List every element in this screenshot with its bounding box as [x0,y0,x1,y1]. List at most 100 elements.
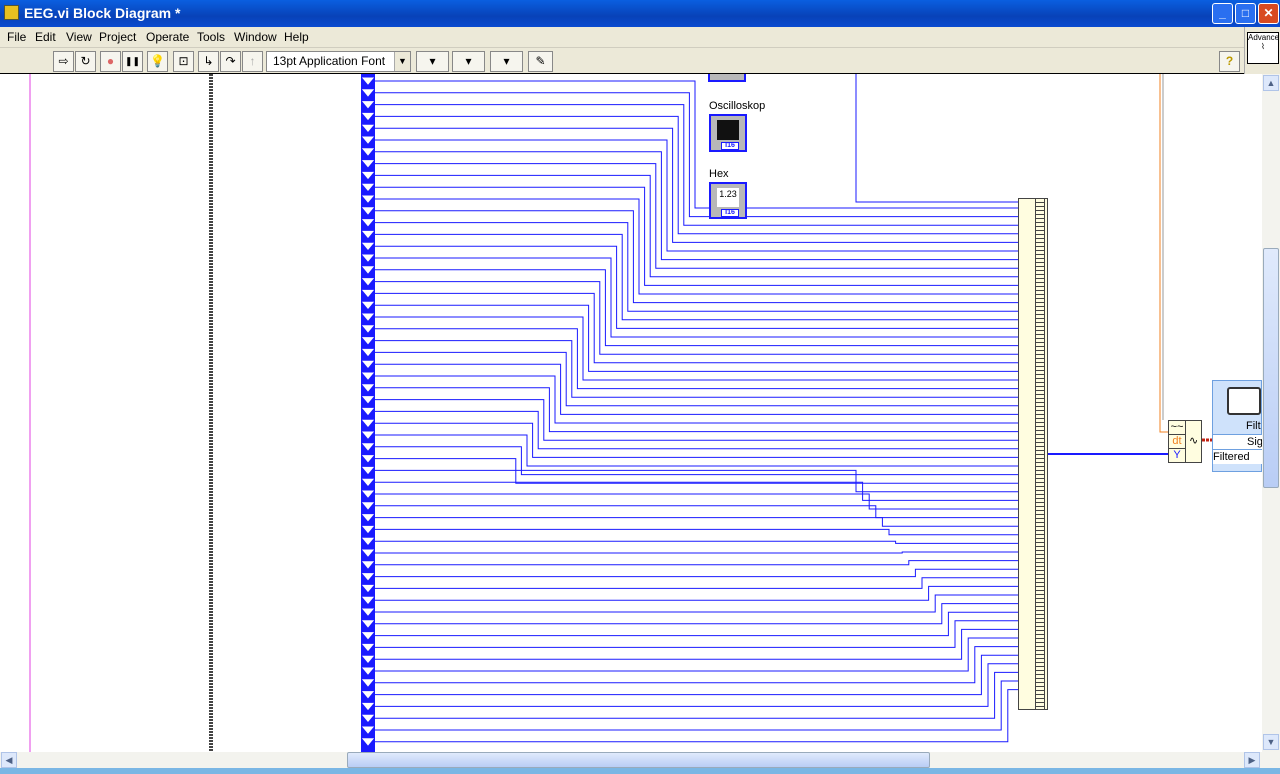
run-button[interactable]: ⇨ [53,51,74,72]
menu-project[interactable]: Project [99,30,136,44]
cleanup-diagram-button[interactable]: ✎ [528,51,553,72]
scroll-left-button[interactable]: ◀ [1,752,17,768]
wire [375,387,1018,433]
menu-file[interactable]: File [7,30,26,44]
font-value: 13pt Application Font [273,54,386,68]
wire [375,316,1018,381]
filtered-output[interactable]: Filtered [1213,449,1262,464]
retain-wire-values-button[interactable]: ⊡ [173,51,194,72]
reorder-button[interactable]: ▾ [490,51,523,72]
step-over-button[interactable]: ↷ [220,51,241,72]
menu-view[interactable]: View [66,30,92,44]
scroll-up-button[interactable]: ▲ [1263,75,1279,91]
wire [375,80,1018,209]
hex-terminal[interactable]: 1.23 I16 [709,182,747,219]
chevron-down-icon: ▼ [394,52,410,71]
filter-icon [1227,387,1261,415]
dt-wire [1159,74,1168,433]
wire [375,560,1018,566]
wire [375,210,1018,304]
context-help-window: Advance ⌇ [1244,27,1280,74]
oscilloskop-label: Oscilloskop [709,100,766,112]
horizontal-scroll-thumb[interactable] [347,752,930,768]
waveform-icon: ∿ [1189,435,1199,447]
wire [375,594,1018,613]
wire [375,646,1018,684]
context-help-button[interactable]: ? [1219,51,1240,72]
wire [375,671,1018,719]
maximize-button[interactable]: □ [1235,3,1256,24]
filter-title: Filt [1246,420,1261,432]
wire [375,663,1018,707]
vertical-scrollbar[interactable]: ▲ ▼ [1262,74,1280,752]
wire [375,540,1018,544]
align-objects-button[interactable]: ▾ [416,51,449,72]
menu-tools[interactable]: Tools [197,30,225,44]
wire [375,637,1018,672]
menu-edit[interactable]: Edit [35,30,56,44]
indicator-terminal[interactable] [708,74,746,82]
wire [375,689,1018,743]
run-continuously-button[interactable]: ↻ [75,51,96,72]
array-output-icon [1035,199,1045,709]
labview-icon [4,5,19,20]
context-help-label: Advance [1248,33,1280,42]
hex-label: Hex [709,168,729,180]
wire [375,222,1018,312]
wire [375,458,1018,484]
wire [375,104,1018,226]
graph-icon [717,120,739,140]
minimize-button[interactable]: _ [1212,3,1233,24]
wire [375,151,1018,261]
wire [375,517,1018,527]
wire [375,620,1018,648]
wire [375,245,1018,329]
scroll-down-button[interactable]: ▼ [1263,734,1279,750]
close-button[interactable]: ✕ [1258,3,1279,24]
oscilloskop-terminal[interactable]: I16 [709,114,747,152]
wire-layer [29,74,1214,752]
wire [375,410,1018,450]
wire [375,281,1018,355]
waveform-t0: ~~ [1169,421,1186,435]
distribute-objects-button[interactable]: ▾ [452,51,485,72]
wire [375,528,1018,536]
horizontal-scrollbar[interactable]: ◀ ▶ [0,752,1280,768]
wire [375,92,1018,218]
wire [375,551,1018,554]
build-waveform-node[interactable]: ~~ dt Y ∿ [1168,420,1202,463]
window-title: EEG.vi Block Diagram * [24,5,181,21]
i16-tag: I16 [721,142,739,150]
waveform-dt: dt [1169,435,1186,449]
highlight-execution-button[interactable]: 💡 [147,51,168,72]
wire [375,568,1018,578]
menu-window[interactable]: Window [234,30,277,44]
wire [375,628,1018,660]
waveform-y: Y [1169,449,1186,463]
step-into-button[interactable]: ↳ [198,51,219,72]
wire [375,304,1018,372]
wire [375,680,1018,731]
wire [375,469,1018,493]
block-diagram-canvas[interactable]: Oscilloskop I16 Hex 1.23 I16 ~~ dt Y ∿ F… [0,74,1262,752]
pause-button[interactable]: ❚❚ [122,51,143,72]
wire [375,493,1018,510]
menu-operate[interactable]: Operate [146,30,189,44]
vertical-scroll-thumb[interactable] [1263,248,1279,488]
font-selector[interactable]: 13pt Application Font ▼ [266,51,411,72]
wire [375,163,1018,269]
filter-express-vi[interactable]: Filt Sig Filtered [1212,380,1262,472]
build-array-node[interactable] [1018,198,1048,710]
abort-button[interactable]: ● [100,51,121,72]
i16-tag: I16 [721,209,739,217]
menu-help[interactable]: Help [284,30,309,44]
wire [375,505,1018,519]
wire [375,174,1018,278]
step-out-button[interactable]: ↑ [242,51,263,72]
scroll-right-button[interactable]: ▶ [1244,752,1260,768]
wire [375,434,1018,467]
menu-bar: File Edit View Project Operate Tools Win… [0,27,1244,48]
advanced-vi-icon: Advance ⌇ [1247,32,1279,64]
signal-input[interactable]: Sig [1213,434,1262,449]
taskbar [0,768,1280,774]
